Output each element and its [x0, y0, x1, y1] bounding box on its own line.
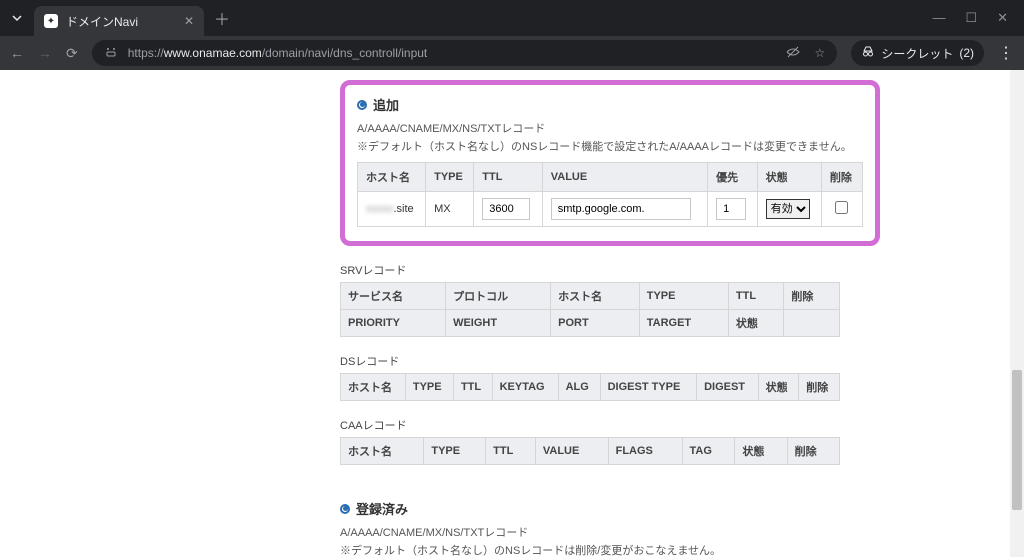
value-input[interactable] [551, 198, 691, 220]
srv-label: SRVレコード [340, 262, 880, 278]
caa-table: ホスト名 TYPE TTL VALUE FLAGS TAG 状態 削除 [340, 437, 840, 465]
window-maximize-button[interactable]: ☐ [965, 10, 977, 26]
favicon-icon: ✦ [44, 14, 58, 28]
radio-selected-icon[interactable] [357, 100, 367, 110]
cell-delete [821, 192, 862, 227]
ds-table: ホスト名 TYPE TTL KEYTAG ALG DIGEST TYPE DIG… [340, 373, 840, 401]
add-record-section: 追加 A/AAAA/CNAME/MX/NS/TXTレコード ※デフォルト（ホスト… [340, 80, 880, 246]
registered-subtitle: A/AAAA/CNAME/MX/NS/TXTレコード [340, 524, 880, 540]
caa-h-host: ホスト名 [341, 438, 424, 465]
incognito-count: (2) [959, 46, 974, 60]
ds-h-delete: 削除 [799, 374, 840, 401]
window-titlebar: ✦ ドメインNavi ✕ ＋ ― ☐ ✕ [0, 0, 1024, 36]
header-status: 状態 [757, 163, 821, 192]
header-priority: 優先 [708, 163, 758, 192]
ds-h-type: TYPE [405, 374, 453, 401]
nav-forward-button[interactable]: → [38, 45, 52, 61]
cell-type: MX [426, 192, 474, 227]
caa-label: CAAレコード [340, 417, 880, 433]
caa-h-delete: 削除 [787, 438, 839, 465]
radio-selected-icon[interactable] [340, 504, 350, 514]
header-type: TYPE [426, 163, 474, 192]
add-record-table: ホスト名 TYPE TTL VALUE 優先 状態 削除 xxxxx.site … [357, 162, 863, 227]
cell-ttl [474, 192, 542, 227]
page-viewport: 追加 A/AAAA/CNAME/MX/NS/TXTレコード ※デフォルト（ホスト… [0, 70, 1024, 557]
srv-h-priority: PRIORITY [341, 310, 446, 337]
nav-back-button[interactable]: ← [10, 45, 24, 61]
caa-h-status: 状態 [735, 438, 787, 465]
cell-host: xxxxx.site [358, 192, 426, 227]
srv-h-ttl: TTL [728, 283, 784, 310]
bookmark-star-icon[interactable]: ☆ [815, 46, 826, 60]
ttl-input[interactable] [482, 198, 530, 220]
srv-h-service: サービス名 [341, 283, 446, 310]
caa-h-flags: FLAGS [608, 438, 682, 465]
delete-checkbox[interactable] [835, 201, 848, 214]
eye-off-icon[interactable] [785, 44, 801, 63]
srv-h-protocol: プロトコル [446, 283, 551, 310]
header-host: ホスト名 [358, 163, 426, 192]
ds-h-digesttype: DIGEST TYPE [600, 374, 696, 401]
add-section-subtitle: A/AAAA/CNAME/MX/NS/TXTレコード [357, 120, 863, 136]
srv-h-delete: 削除 [784, 283, 840, 310]
cell-status: 有効 [757, 192, 821, 227]
srv-h-empty [784, 310, 840, 337]
nav-reload-button[interactable]: ⟳ [66, 45, 78, 62]
table-header-row: ホスト名 TYPE TTL VALUE 優先 状態 削除 [358, 163, 863, 192]
window-minimize-button[interactable]: ― [932, 10, 945, 26]
address-bar[interactable]: https://www.onamae.com/domain/navi/dns_c… [92, 40, 838, 66]
site-info-icon[interactable] [104, 45, 118, 62]
incognito-label: シークレット [881, 45, 953, 62]
tab-search-button[interactable] [6, 7, 28, 29]
ds-h-keytag: KEYTAG [492, 374, 558, 401]
scrollbar-track[interactable] [1010, 70, 1024, 557]
new-tab-button[interactable]: ＋ [214, 6, 230, 30]
ds-h-alg: ALG [558, 374, 600, 401]
table-row: xxxxx.site MX 有効 [358, 192, 863, 227]
srv-h-target: TARGET [639, 310, 728, 337]
priority-input[interactable] [716, 198, 746, 220]
registered-title: 登録済み [356, 499, 408, 518]
srv-h-port: PORT [551, 310, 640, 337]
srv-h-status: 状態 [728, 310, 784, 337]
browser-toolbar: ← → ⟳ https://www.onamae.com/domain/navi… [0, 36, 1024, 70]
header-value: VALUE [542, 163, 707, 192]
status-select[interactable]: 有効 [766, 199, 810, 219]
header-delete: 削除 [821, 163, 862, 192]
ds-h-host: ホスト名 [341, 374, 406, 401]
registered-note: ※デフォルト（ホスト名なし）のNSレコードは削除/変更がおこなえません。 [340, 542, 880, 557]
main-content: 追加 A/AAAA/CNAME/MX/NS/TXTレコード ※デフォルト（ホスト… [340, 80, 880, 557]
incognito-icon [861, 45, 875, 62]
ds-label: DSレコード [340, 353, 880, 369]
ds-h-digest: DIGEST [697, 374, 759, 401]
caa-h-tag: TAG [682, 438, 735, 465]
browser-tab[interactable]: ✦ ドメインNavi ✕ [34, 6, 204, 36]
srv-h-host: ホスト名 [551, 283, 640, 310]
browser-menu-button[interactable]: ⋮ [998, 43, 1014, 63]
tab-title: ドメインNavi [66, 13, 176, 30]
caa-h-ttl: TTL [486, 438, 536, 465]
srv-h-weight: WEIGHT [446, 310, 551, 337]
ds-h-ttl: TTL [453, 374, 492, 401]
caa-h-value: VALUE [535, 438, 608, 465]
scrollbar-thumb[interactable] [1012, 370, 1022, 510]
incognito-badge[interactable]: シークレット (2) [851, 40, 984, 66]
registered-section: 登録済み A/AAAA/CNAME/MX/NS/TXTレコード ※デフォルト（ホ… [340, 499, 880, 557]
add-section-note: ※デフォルト（ホスト名なし）のNSレコード機能で設定されたA/AAAAレコードは… [357, 138, 863, 154]
srv-table: サービス名 プロトコル ホスト名 TYPE TTL 削除 PRIORITY WE… [340, 282, 840, 337]
header-ttl: TTL [474, 163, 542, 192]
ds-h-status: 状態 [758, 374, 799, 401]
srv-h-type: TYPE [639, 283, 728, 310]
add-section-title: 追加 [373, 95, 399, 114]
window-close-button[interactable]: ✕ [997, 10, 1008, 26]
url-text: https://www.onamae.com/domain/navi/dns_c… [128, 46, 428, 60]
window-controls: ― ☐ ✕ [932, 10, 1018, 26]
cell-priority [708, 192, 758, 227]
cell-value [542, 192, 707, 227]
tab-close-button[interactable]: ✕ [184, 14, 194, 28]
caa-h-type: TYPE [424, 438, 486, 465]
